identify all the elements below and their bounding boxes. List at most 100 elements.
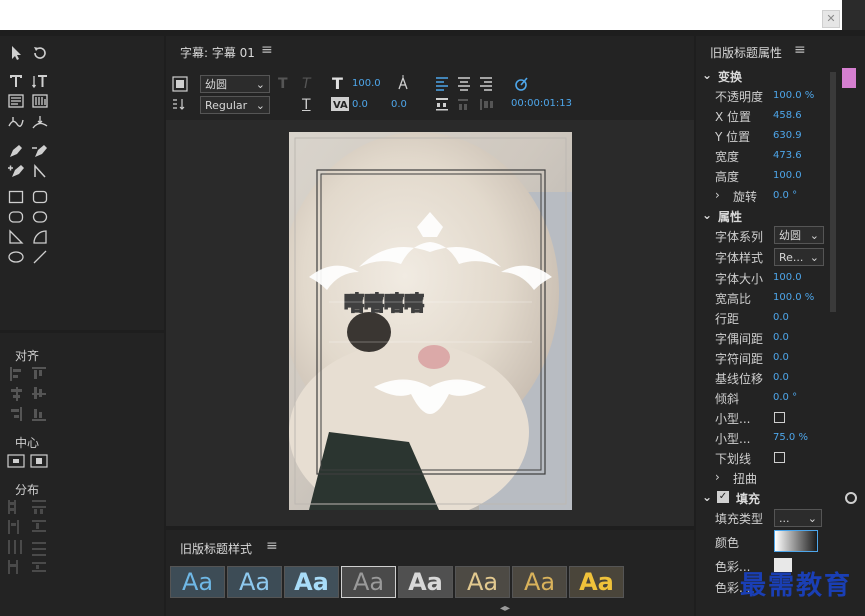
style-swatch[interactable]: Aa [341,566,396,598]
aspect-value[interactable]: 100.0 % [773,292,814,303]
kerning-value[interactable]: 0.0 [773,332,789,343]
rounded-rectangle-tool-icon[interactable] [30,188,50,206]
underline-icon[interactable]: T [302,97,311,113]
style-swatch[interactable]: Aa [398,566,453,598]
rotation-value[interactable]: 0.0 ° [773,190,797,201]
leading-icon[interactable] [395,74,411,92]
x-position-value[interactable]: 458.6 [773,110,802,121]
chevron-right-icon[interactable]: › [715,188,720,202]
rotation-tool-icon[interactable] [30,44,50,62]
canvas-artwork: 嘻嘻嘻嘻 [289,132,572,510]
tools-panel [0,36,164,330]
bold-icon[interactable]: T [278,76,288,92]
height-value[interactable]: 100.0 [773,170,802,181]
delete-anchor-tool-icon[interactable] [30,142,50,160]
style-swatch[interactable]: Aa [284,566,339,598]
safe-margin-icon[interactable] [513,74,531,92]
roll-crawl-icon[interactable] [172,76,188,92]
chevron-right-icon[interactable]: › [715,470,720,484]
add-anchor-tool-icon[interactable] [6,162,26,180]
pen-tool-icon[interactable] [6,142,26,160]
type-tool-icon[interactable] [6,72,26,90]
chevron-down-icon[interactable]: ⌄ [702,490,712,504]
baseline-label: 基线位移 [715,372,764,386]
baseline-value[interactable]: 0.0 [773,372,789,383]
close-button[interactable]: ✕ [822,10,840,28]
top-bar [0,0,842,30]
title-canvas[interactable]: 嘻嘻嘻嘻 [289,132,572,510]
style-swatch[interactable]: Aa [569,566,624,598]
font-family-select[interactable]: 幼圆 ⌄ [200,75,270,93]
underline-checkbox[interactable] [774,452,785,463]
style-swatch[interactable]: Aa [455,566,510,598]
wedge-tool-icon[interactable] [6,228,26,246]
slant-label: 倾斜 [715,392,740,406]
vertical-type-tool-icon[interactable] [30,72,50,90]
aspect-label: 宽高比 [715,292,752,306]
distribute-buttons[interactable] [6,498,50,578]
font-size-value[interactable]: 100.0 [352,78,381,89]
vertical-path-type-tool-icon[interactable] [30,114,50,132]
align-panel: 对齐 中心 分布 [0,333,164,616]
opacity-value[interactable]: 100.0 % [773,90,814,101]
style-swatch[interactable]: Aa [512,566,567,598]
font-size-value[interactable]: 100.0 [773,272,802,283]
style-swatch[interactable]: Aa [227,566,282,598]
width-value[interactable]: 473.6 [773,150,802,161]
timecode-value[interactable]: 00:00:01:13 [511,98,572,109]
properties-menu-icon[interactable]: ≡ [794,42,806,58]
styles-panel-menu-icon[interactable]: ≡ [266,538,278,554]
y-position-value[interactable]: 630.9 [773,130,802,141]
rectangle-tool-icon[interactable] [6,188,26,206]
selection-tool-icon[interactable] [6,44,26,62]
font-style-dropdown[interactable]: Re... ⌄ [774,248,824,266]
transform-section[interactable]: 变换 [718,68,742,85]
convert-anchor-tool-icon[interactable] [30,162,50,180]
font-style-dropdown-value: Re... [779,250,804,264]
tracking-value[interactable]: 0.0 [773,352,789,363]
rounded-corner-rect-tool-icon[interactable] [30,208,50,226]
distort-label[interactable]: 扭曲 [733,470,757,487]
font-size-icon: T [332,74,343,93]
path-type-tool-icon[interactable] [6,114,26,132]
tracking-value[interactable]: 0.0 [391,99,407,110]
arc-tool-icon[interactable] [30,228,50,246]
properties-scrollbar[interactable] [830,72,836,312]
kerning-value[interactable]: 0.0 [352,99,368,110]
svg-text:VA: VA [333,100,348,111]
clipped-corner-rect-tool-icon[interactable] [6,208,26,226]
text-align-buttons[interactable] [434,74,494,92]
line-tool-icon[interactable] [30,248,50,266]
fill-section[interactable]: 填充 [736,490,760,507]
vertical-area-type-tool-icon[interactable] [30,92,50,110]
align-buttons[interactable] [8,365,48,425]
top-right-corner [842,0,865,30]
smallcaps-size-value[interactable]: 75.0 % [773,432,808,443]
slant-value[interactable]: 0.0 ° [773,392,797,403]
distribute-text-buttons[interactable] [434,96,500,112]
italic-icon[interactable]: T [302,76,311,92]
chevron-down-icon[interactable]: ⌄ [702,68,712,82]
font-style-select[interactable]: Regular ⌄ [200,96,270,114]
chevron-down-icon[interactable]: ⌄ [702,208,712,222]
smallcaps-checkbox[interactable] [774,412,785,423]
smallcaps-size-label: 小型... [715,432,751,446]
fill-checkbox[interactable]: ✓ [717,491,729,503]
tab-stops-icon[interactable] [172,97,188,111]
kerning-icon: VA [331,97,349,111]
leading-label: 行距 [715,312,740,326]
leading-value[interactable]: 0.0 [773,312,789,323]
ellipse-tool-icon[interactable] [6,248,26,266]
area-type-tool-icon[interactable] [6,92,26,110]
font-family-value: 幼圆 [205,78,227,91]
style-swatch[interactable]: Aa [170,566,225,598]
title-panel-menu-icon[interactable]: ≡ [261,42,273,58]
center-buttons[interactable] [7,453,49,469]
font-family-dropdown[interactable]: 幼圆 ⌄ [774,226,824,244]
gradient-ramp[interactable] [774,530,818,552]
drag-handle-icon[interactable]: ◂▸ [500,603,510,614]
properties-section[interactable]: 属性 [718,208,742,225]
center-label: 中心 [15,436,40,450]
fill-type-dropdown[interactable]: ... ⌄ [774,509,822,527]
chevron-down-icon: ⌄ [255,77,265,91]
